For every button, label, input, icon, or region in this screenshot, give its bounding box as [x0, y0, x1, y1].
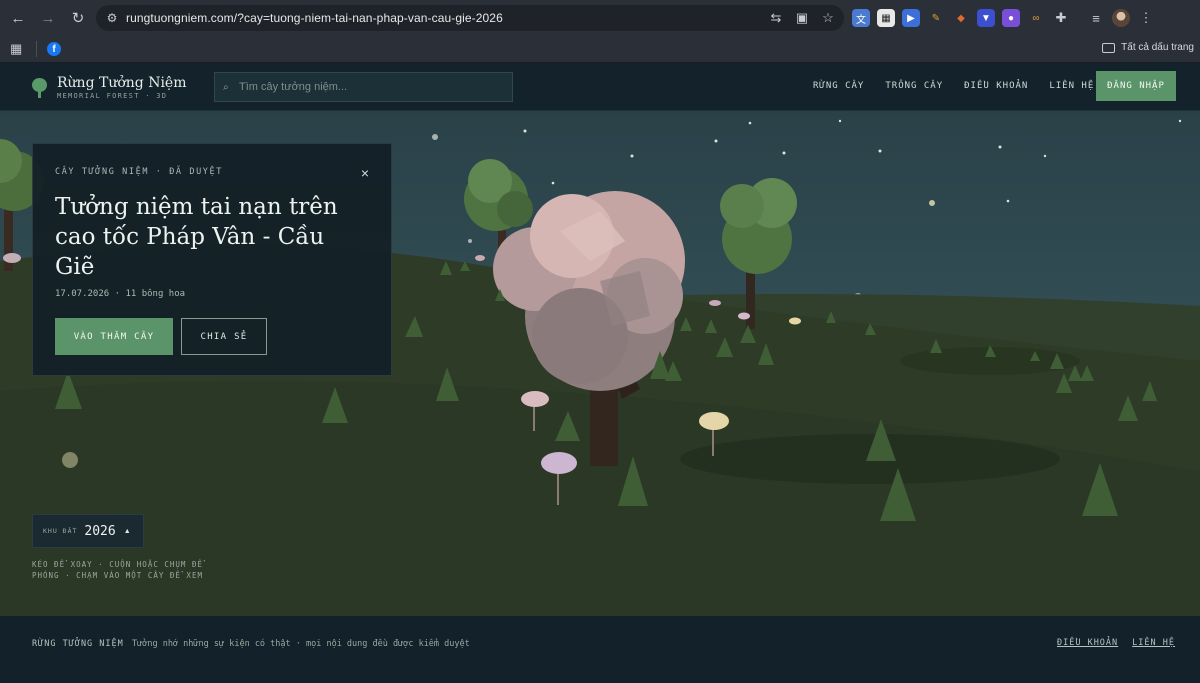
install-app-icon[interactable]: ▣ [794, 10, 810, 26]
site-footer: RỪNG TƯỞNG NIỆM Tưởng nhớ những sự kiện … [0, 616, 1200, 683]
logo-subtitle: MEMORIAL FOREST · 3D [57, 92, 168, 100]
bookmarks-bar: ▦ f Tất cả dấu trang [0, 36, 1200, 63]
search-box: ⌕ [214, 72, 513, 102]
facebook-icon[interactable]: f [47, 42, 61, 56]
nav-plant[interactable]: TRỒNG CÂY [885, 81, 943, 91]
extension-fox-icon[interactable]: ◆ [952, 9, 970, 27]
extensions-puzzle-icon[interactable]: ✚ [1052, 9, 1070, 27]
address-actions: ⇆ ▣ ☆ [768, 5, 836, 31]
footer-brand: RỪNG TƯỞNG NIỆM [32, 639, 124, 649]
browser-toolbar: ← → ↻ ⚙ rungtuongniem.com/?cay=tuong-nie… [0, 0, 1200, 36]
nav-terms[interactable]: ĐIỀU KHOẢN [964, 81, 1028, 91]
tree-logo-icon [32, 78, 47, 98]
back-icon[interactable]: ← [4, 4, 32, 32]
extension-link-icon[interactable]: ∞ [1027, 9, 1045, 27]
extension-purple-icon[interactable]: ● [1002, 9, 1020, 27]
profile-avatar[interactable] [1112, 9, 1130, 27]
extension-vpn-icon[interactable]: ▼ [977, 9, 995, 27]
controls-hint: KÉO ĐỂ XOAY · CUỘN HOẶC CHỤM ĐỂ PHÓNG · … [32, 560, 203, 580]
extensions-bar: 文 ▦ ▶ ✎ ◆ ▼ ● ∞ ✚ ≡ ⋮ [852, 6, 1155, 30]
search-icon: ⌕ [223, 81, 229, 93]
forward-icon[interactable]: → [34, 4, 62, 32]
card-title: Tưởng niệm tai nạn trên cao tốc Pháp Vân… [55, 194, 338, 280]
nav-contact[interactable]: LIÊN HỆ [1049, 81, 1094, 91]
apps-grid-icon[interactable]: ▦ [10, 41, 24, 57]
visit-tree-button[interactable]: VÀO THĂM CÂY [55, 318, 173, 355]
login-button[interactable]: ĐĂNG NHẬP [1096, 71, 1176, 101]
all-bookmarks-label: Tất cả dấu trang [1121, 42, 1194, 53]
site-info-icon[interactable]: ⚙ [102, 11, 122, 25]
reload-icon[interactable]: ↻ [64, 4, 92, 32]
search-input[interactable] [239, 81, 499, 93]
star-icon[interactable]: ☆ [820, 10, 836, 26]
plot-label: KHU ĐẤT [43, 527, 78, 535]
extension-qr-icon[interactable]: ▦ [877, 9, 895, 27]
reading-list-icon[interactable]: ≡ [1087, 9, 1105, 27]
extension-translate-icon[interactable]: 文 [852, 9, 870, 27]
card-meta: 17.07.2026 · 11 bông hoa [55, 289, 186, 299]
card-eyebrow: CÂY TƯỞNG NIỆM · ĐÃ DUYỆT [55, 167, 223, 177]
menu-kebab-icon[interactable]: ⋮ [1137, 9, 1155, 27]
memorial-tree-card: CÂY TƯỞNG NIỆM · ĐÃ DUYỆT × Tưởng niệm t… [32, 143, 392, 376]
site-logo[interactable]: Rừng Tưởng Niệm MEMORIAL FOREST · 3D [32, 76, 187, 100]
extension-pen-icon[interactable]: ✎ [927, 9, 945, 27]
chevron-up-icon: ▲ [123, 527, 131, 535]
folder-icon [1102, 42, 1116, 53]
extension-video-icon[interactable]: ▶ [902, 9, 920, 27]
footer-link-terms[interactable]: ĐIỀU KHOẢN [1057, 638, 1118, 648]
all-bookmarks-folder[interactable]: Tất cả dấu trang [1102, 42, 1194, 53]
plot-year: 2026 [84, 523, 116, 539]
translate-icon[interactable]: ⇆ [768, 10, 784, 26]
close-icon[interactable]: × [361, 166, 369, 180]
footer-tagline: Tưởng nhớ những sự kiện có thật · mọi nộ… [132, 639, 470, 649]
nav-forest[interactable]: RỪNG CÂY [813, 81, 864, 91]
address-url: rungtuongniem.com/?cay=tuong-niem-tai-na… [126, 11, 503, 25]
bookmarks-divider [36, 41, 37, 57]
site-header: Rừng Tưởng Niệm MEMORIAL FOREST · 3D ⌕ R… [0, 63, 1200, 111]
footer-link-contact[interactable]: LIÊN HỆ [1132, 638, 1175, 648]
logo-title: Rừng Tưởng Niệm [57, 75, 187, 91]
share-button[interactable]: CHIA SẺ [181, 318, 267, 355]
footer-links: ĐIỀU KHOẢN LIÊN HỆ [1057, 638, 1175, 648]
plot-year-selector[interactable]: KHU ĐẤT 2026 ▲ [32, 514, 144, 548]
address-bar[interactable]: ⚙ rungtuongniem.com/?cay=tuong-niem-tai-… [96, 5, 844, 31]
main-nav: RỪNG CÂY TRỒNG CÂY ĐIỀU KHOẢN LIÊN HỆ [813, 81, 1094, 91]
